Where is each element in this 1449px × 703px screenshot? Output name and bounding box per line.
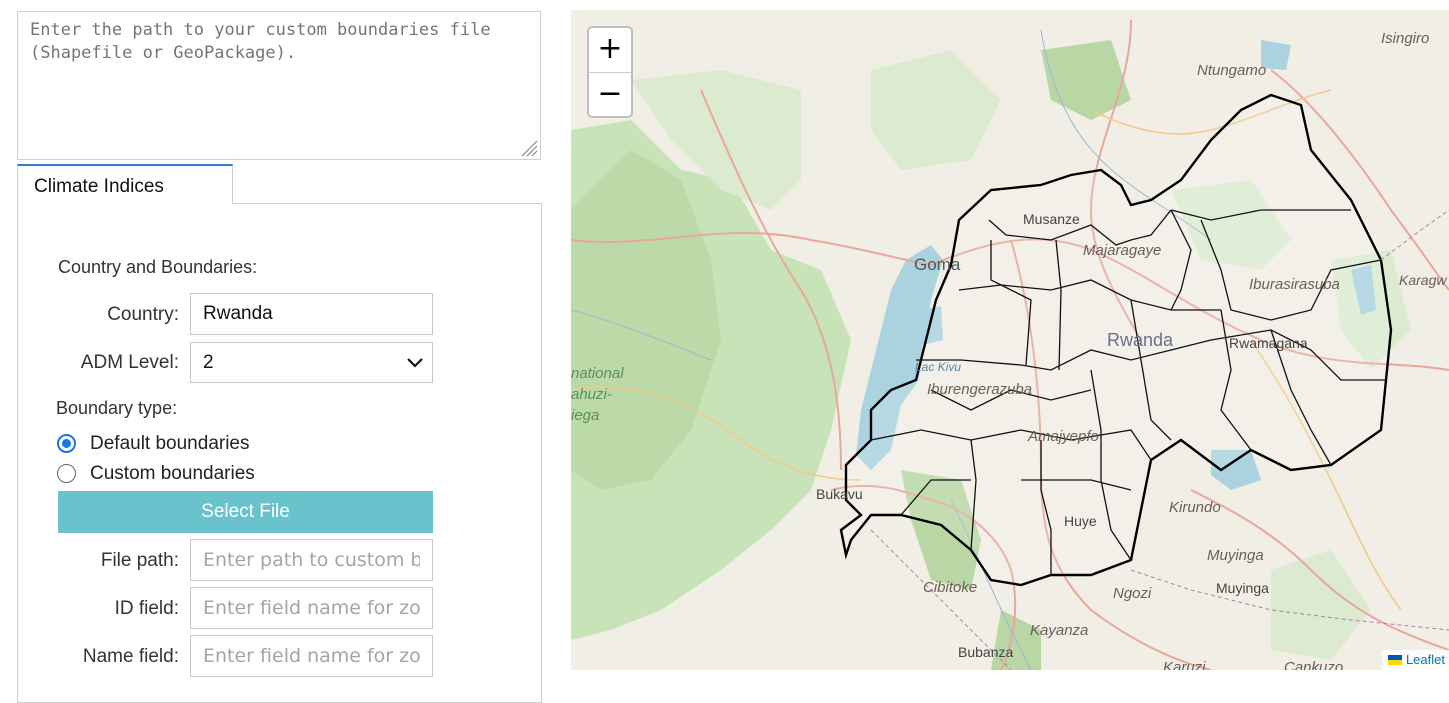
tab-label: Climate Indices [34,176,164,197]
zoom-out-button[interactable]: − [589,73,631,116]
adm-level-select[interactable]: 2 [190,342,433,383]
map-label-kahuzi: ahuzi- [571,386,612,403]
map-label-lac-kivu: Lac Kivu [915,360,962,374]
tab-climate-indices[interactable]: Climate Indices [17,164,233,204]
map-label-iburasirasuba: Iburasirasuba [1249,276,1340,293]
map-label-rwamagana: Rwamagana [1229,335,1308,351]
map-tiles [571,10,1449,670]
map-attribution: Leaflet [1381,650,1449,670]
map-view[interactable]: Isingiro Ntungamo Musanze Majaragaye Gom… [571,10,1449,670]
radio-unchecked-icon[interactable] [57,464,76,483]
map-label-karuzi: Karuzi [1163,659,1206,670]
map-label-bubanza: Bubanza [958,644,1014,660]
map-label-isingiro: Isingiro [1381,30,1430,47]
chevron-down-icon [407,358,423,368]
zoom-in-button[interactable]: + [589,28,631,73]
name-field-label: Name field: [82,646,179,667]
name-field-input[interactable] [190,635,433,677]
radio-checked-icon[interactable] [57,434,76,453]
map-label-ntungamo: Ntungamo [1197,62,1267,79]
map-label-cankuzo: Cankuzo [1284,659,1344,670]
ukraine-flag-icon [1387,655,1402,665]
map-label-huye: Huye [1064,513,1097,529]
adm-level-label: ADM Level: [80,352,179,373]
resize-grip-icon[interactable] [518,137,538,157]
file-path-input[interactable] [190,539,433,581]
country-label: Country: [107,304,179,325]
map-label-kirundo: Kirundo [1169,499,1221,516]
map-label-kayanza: Kayanza [1030,622,1089,639]
map-label-goma: Goma [914,255,961,274]
leaflet-link[interactable]: Leaflet [1406,652,1445,667]
map-label-muyinga-city: Muyinga [1216,580,1269,596]
map-label-karagwe: Karagw [1399,272,1447,288]
map-label-ngozi: Ngozi [1113,585,1152,602]
map-label-biega: iega [571,407,600,424]
map-label-national: national [571,365,624,382]
map-label-iburengerazuba: Iburengerazuba [927,381,1033,398]
map-label-muyinga-region: Muyinga [1207,547,1264,564]
map-label-musanze: Musanze [1023,211,1080,227]
id-field-input[interactable] [190,587,433,629]
map-label-amajyepfo: Amajyepfo [1028,428,1099,445]
country-input[interactable] [190,293,433,335]
map-label-cibitoke: Cibitoke [923,579,978,596]
map-label-bukavu: Bukavu [816,486,863,502]
select-file-button[interactable]: Select File [58,491,433,533]
section-title: Country and Boundaries: [58,257,258,277]
adm-level-value: 2 [203,352,214,373]
file-path-label: File path: [100,550,179,571]
map-label-majaragaye: Majaragaye [1083,242,1162,259]
radio-label: Custom boundaries [90,463,255,484]
map-label-rwanda: Rwanda [1107,330,1174,350]
id-field-label: ID field: [114,598,179,619]
boundary-type-label: Boundary type: [56,398,178,418]
boundaries-path-textarea[interactable] [17,11,541,160]
zoom-control: + − [587,26,633,118]
radio-label: Default boundaries [90,433,250,454]
